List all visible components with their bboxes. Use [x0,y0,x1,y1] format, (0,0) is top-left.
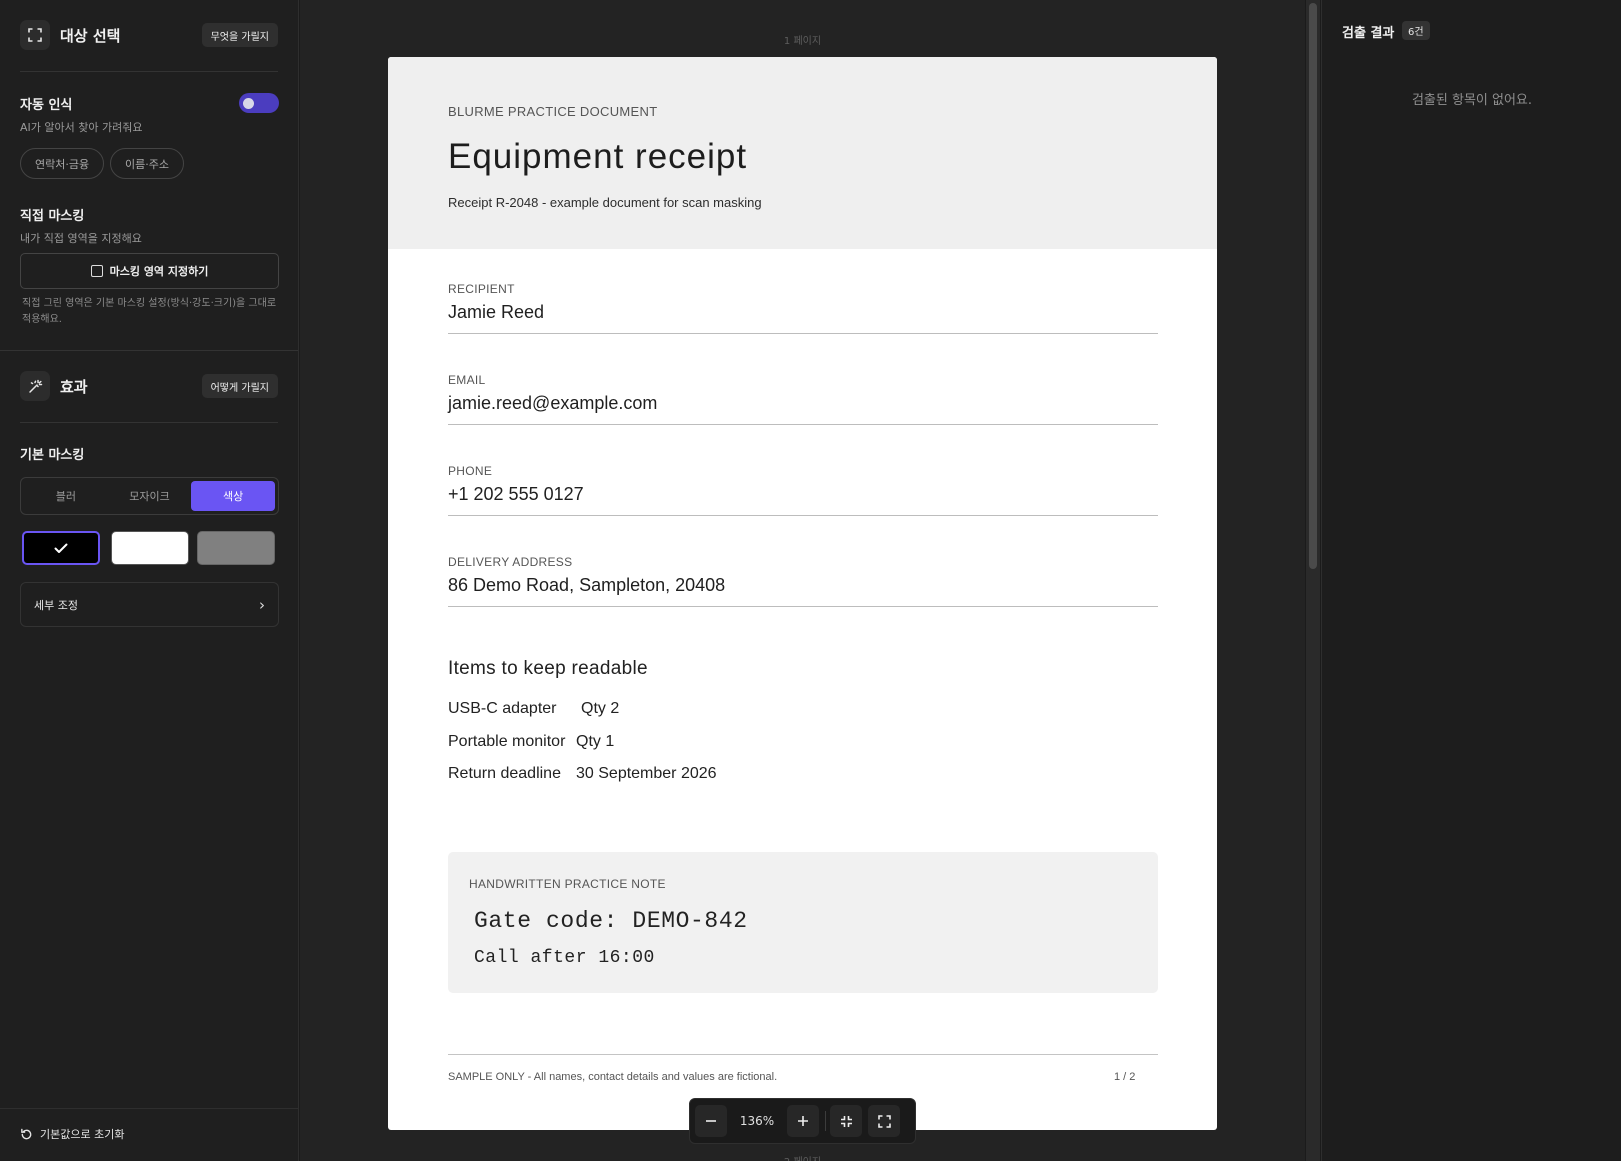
field-phone: PHONE +1 202 555 0127 [448,464,1158,516]
expand-icon [877,1114,891,1128]
swatch-gray[interactable] [197,531,275,565]
settings-sidebar: 대상 선택 무엇을 가릴지 자동 인식 AI가 알아서 찾아 가려줘요 연락처·… [0,0,299,1161]
swatch-white[interactable] [111,531,189,565]
toolbar-divider [825,1111,826,1131]
fit-page-button[interactable] [830,1105,862,1137]
item-value: 30 September 2026 [576,765,717,782]
footer-rule [448,1054,1158,1055]
section-divider [0,350,298,351]
field-email: EMAIL jamie.reed@example.com [448,373,1158,425]
zoom-toolbar: 136% [689,1098,916,1144]
reset-defaults-button[interactable]: 기본값으로 초기화 [20,1124,124,1144]
chip-name-address[interactable]: 이름·주소 [110,148,184,179]
document-page-indicator: 1 / 2 [1114,1071,1136,1083]
item-name: Portable monitor [448,733,566,750]
check-icon [54,543,68,553]
document-footer: SAMPLE ONLY - All names, contact details… [448,1071,778,1083]
basic-masking-label: 기본 마스킹 [20,448,85,463]
chevron-right-icon: › [259,595,265,614]
zoom-level: 136% [739,1114,775,1128]
draw-mask-area-button[interactable]: 마스킹 영역 지정하기 [20,253,279,289]
zoom-in-button[interactable] [787,1105,819,1137]
document-subtitle: Receipt R-2048 - example document for sc… [448,195,762,210]
field-label: DELIVERY ADDRESS [448,555,573,569]
how-to-hide-button[interactable]: 어떻게 가릴지 [201,374,278,398]
page-1-label: 1 페이지 [783,36,822,47]
reset-icon [21,1128,32,1139]
divider [20,71,278,72]
manual-masking-description: 내가 직접 영역을 지정해요 [20,232,142,245]
fullscreen-button[interactable] [868,1105,900,1137]
document-page[interactable]: BLURME PRACTICE DOCUMENT Equipment recei… [388,57,1217,1130]
handwritten-line-1: Gate code: DEMO-842 [474,908,748,934]
draw-mask-area-label: 마스킹 영역 지정하기 [109,265,209,278]
field-value: jamie.reed@example.com [448,393,658,413]
field-delivery-address: DELIVERY ADDRESS 86 Demo Road, Sampleton… [448,555,1158,607]
item-row: USB-C adapter Qty 2 [448,700,619,718]
app-window: 대상 선택 무엇을 가릴지 자동 인식 AI가 알아서 찾아 가려줘요 연락처·… [0,0,1621,1161]
field-recipient: RECIPIENT Jamie Reed [448,282,1158,334]
document-title: Equipment receipt [448,137,748,176]
chip-contact-finance[interactable]: 연락처·금융 [20,148,105,179]
field-value: Jamie Reed [448,302,545,322]
auto-detect-toggle[interactable] [239,93,279,113]
results-count-badge: 6건 [1402,21,1430,40]
results-empty-message: 검출된 항목이 없어요. [1411,93,1533,108]
plus-icon [798,1116,808,1126]
item-row: Return deadline 30 September 2026 [448,765,717,783]
fine-tune-row[interactable]: 세부 조정 › [20,582,279,627]
results-title: 검출 결과 [1342,26,1395,41]
minus-icon [706,1120,716,1122]
document-kicker: BLURME PRACTICE DOCUMENT [448,104,658,119]
handwritten-line-2: Call after 16:00 [474,948,655,968]
footer-divider [0,1108,299,1109]
masking-mode-segmented-control: 블러 모자이크 색상 [20,477,279,515]
swatch-black[interactable] [22,531,100,565]
zoom-out-button[interactable] [695,1105,727,1137]
item-name: Return deadline [448,765,561,782]
handwritten-note-label: HANDWRITTEN PRACTICE NOTE [469,877,666,891]
target-section-header: 대상 선택 무엇을 가릴지 [20,20,278,50]
items-heading: Items to keep readable [448,658,648,679]
reset-defaults-label: 기본값으로 초기화 [40,1128,125,1141]
handwritten-note-box: HANDWRITTEN PRACTICE NOTE Gate code: DEM… [448,852,1158,993]
field-label: EMAIL [448,373,486,387]
collapse-icon [840,1115,852,1127]
field-label: PHONE [448,464,493,478]
mode-color[interactable]: 색상 [191,481,276,511]
field-label: RECIPIENT [448,282,515,296]
auto-detect-label: 자동 인식 [20,98,73,113]
field-value: 86 Demo Road, Sampleton, 20408 [448,575,726,595]
auto-detect-description: AI가 알아서 찾아 가려줘요 [20,121,143,134]
magic-wand-icon [20,371,50,401]
fine-tune-label: 세부 조정 [34,598,78,612]
mode-blur[interactable]: 블러 [24,481,108,511]
focus-frame-icon [20,20,50,50]
scrollbar-thumb[interactable] [1309,3,1317,569]
target-section-title: 대상 선택 [60,26,121,45]
item-row: Portable monitor Qty 1 [448,733,614,751]
mode-mosaic[interactable]: 모자이크 [108,481,192,511]
canvas-scrollbar[interactable] [1306,0,1320,1161]
item-value: Qty 1 [576,733,615,750]
page-2-label: 2 페이지 [300,1153,1305,1161]
document-header: BLURME PRACTICE DOCUMENT Equipment recei… [388,57,1217,249]
divider [20,422,278,423]
manual-masking-note: 직접 그린 영역은 기본 마스킹 설정(방식·강도·크기)을 그대로 적용해요. [22,298,277,325]
square-icon [90,265,103,277]
item-name: USB-C adapter [448,700,557,717]
manual-masking-label: 직접 마스킹 [20,209,85,224]
toggle-knob [243,98,254,109]
detection-results-panel: 검출 결과 6건 검출된 항목이 없어요. [1321,0,1621,1161]
effect-section-title: 효과 [60,377,88,396]
item-value: Qty 2 [581,700,620,717]
document-canvas[interactable]: 1 페이지 BLURME PRACTICE DOCUMENT Equipment… [300,0,1305,1161]
field-value: +1 202 555 0127 [448,484,584,504]
what-to-hide-button[interactable]: 무엇을 가릴지 [201,23,278,47]
effect-section-header: 효과 어떻게 가릴지 [20,371,278,401]
